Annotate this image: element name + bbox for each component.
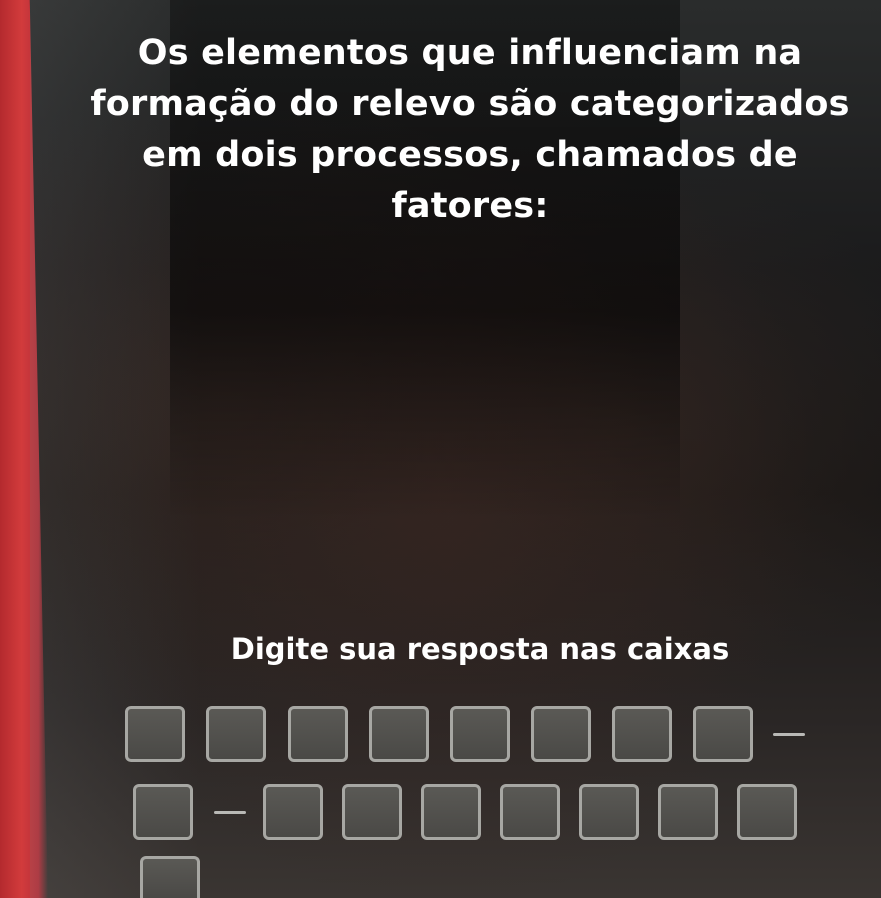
answer-box[interactable] — [658, 784, 718, 840]
answer-box[interactable] — [369, 706, 429, 762]
answer-box[interactable] — [450, 706, 510, 762]
answer-box[interactable] — [531, 706, 591, 762]
answer-box[interactable] — [125, 706, 185, 762]
hyphen-separator — [214, 811, 246, 814]
answer-box[interactable] — [693, 706, 753, 762]
answer-box[interactable] — [421, 784, 481, 840]
answer-boxes — [0, 0, 881, 898]
hyphen-separator — [773, 733, 805, 736]
answer-box[interactable] — [579, 784, 639, 840]
answer-box[interactable] — [206, 706, 266, 762]
answer-box[interactable] — [737, 784, 797, 840]
answer-box[interactable] — [342, 784, 402, 840]
answer-box[interactable] — [140, 856, 200, 898]
answer-box[interactable] — [612, 706, 672, 762]
answer-box[interactable] — [500, 784, 560, 840]
answer-box[interactable] — [288, 706, 348, 762]
answer-box[interactable] — [133, 784, 193, 840]
photo-of-screen: Os elementos que influenciam na formação… — [0, 0, 881, 898]
answer-box[interactable] — [263, 784, 323, 840]
